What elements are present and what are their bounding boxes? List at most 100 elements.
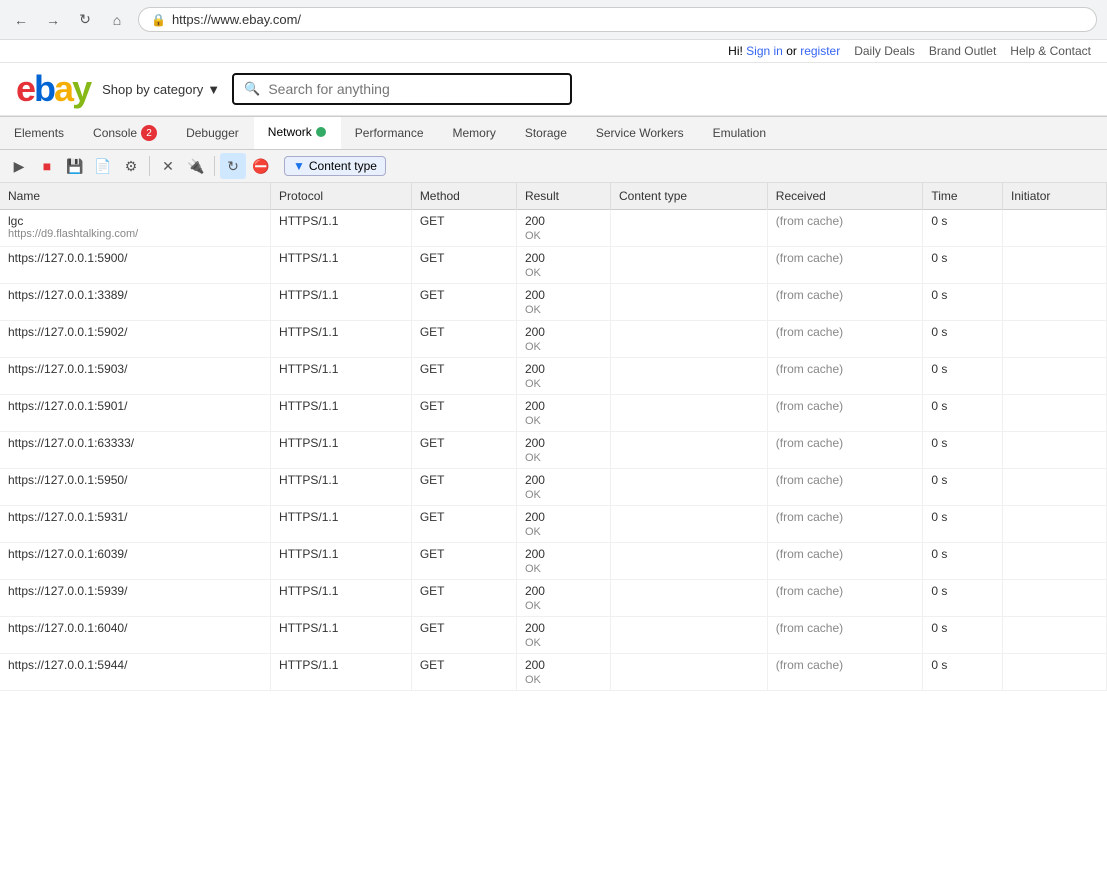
import-button[interactable]: 📄 [90,153,116,179]
cell-protocol: HTTPS/1.1 [271,543,412,580]
daily-deals-link[interactable]: Daily Deals [854,44,915,58]
tab-network[interactable]: Network [254,117,341,149]
tab-performance[interactable]: Performance [341,117,439,149]
table-row[interactable]: https://127.0.0.1:5902/ HTTPS/1.1 GET 20… [0,321,1107,358]
devtools-tabs: Elements Console 2 Debugger Network Perf… [0,117,1107,150]
cell-content-type [611,284,768,321]
cell-content-type [611,543,768,580]
col-name[interactable]: Name [0,183,271,210]
col-result[interactable]: Result [516,183,610,210]
chevron-down-icon: ▼ [207,82,220,97]
brand-outlet-link[interactable]: Brand Outlet [929,44,996,58]
table-row[interactable]: https://127.0.0.1:5944/ HTTPS/1.1 GET 20… [0,654,1107,691]
filter-icon: ▼ [293,159,305,173]
signin-link[interactable]: Sign in [746,44,783,58]
table-row[interactable]: https://127.0.0.1:5901/ HTTPS/1.1 GET 20… [0,395,1107,432]
stop-button[interactable]: ■ [34,153,60,179]
cell-method: GET [411,654,516,691]
cell-time: 0 s [923,432,1003,469]
cell-protocol: HTTPS/1.1 [271,358,412,395]
tab-console-label: Console [93,126,137,140]
col-received[interactable]: Received [767,183,923,210]
tab-storage-label: Storage [525,126,567,140]
cell-protocol: HTTPS/1.1 [271,432,412,469]
greeting-text: Hi! Sign in or register [728,44,840,58]
cell-content-type [611,247,768,284]
shop-by-category[interactable]: Shop by category ▼ [102,82,220,97]
tab-storage[interactable]: Storage [511,117,582,149]
cell-name: https://127.0.0.1:5939/ [0,580,271,617]
table-row[interactable]: https://127.0.0.1:6040/ HTTPS/1.1 GET 20… [0,617,1107,654]
cell-time: 0 s [923,469,1003,506]
filter-button[interactable]: 🔌 [183,153,209,179]
address-bar[interactable]: 🔒 https://www.ebay.com/ [138,7,1097,32]
tab-memory[interactable]: Memory [439,117,511,149]
save-button[interactable]: 💾 [62,153,88,179]
back-button[interactable]: ← [10,9,32,31]
search-icon: 🔍 [244,81,260,97]
table-row[interactable]: https://127.0.0.1:3389/ HTTPS/1.1 GET 20… [0,284,1107,321]
cell-received: (from cache) [767,432,923,469]
tab-service-workers[interactable]: Service Workers [582,117,699,149]
col-time[interactable]: Time [923,183,1003,210]
forward-button[interactable]: → [42,9,64,31]
cell-received: (from cache) [767,469,923,506]
table-row[interactable]: https://127.0.0.1:6039/ HTTPS/1.1 GET 20… [0,543,1107,580]
search-bar[interactable]: 🔍 [232,73,572,105]
block-button[interactable]: ⛔ [248,153,274,179]
clear-button[interactable]: ✕ [155,153,181,179]
record-button[interactable]: ▶ [6,153,32,179]
tab-debugger[interactable]: Debugger [172,117,254,149]
settings-button[interactable]: ⚙ [118,153,144,179]
persist-button[interactable]: ↻ [220,153,246,179]
cell-initiator [1003,654,1107,691]
cell-content-type [611,210,768,247]
cell-initiator [1003,321,1107,358]
cell-received: (from cache) [767,284,923,321]
cell-name: https://127.0.0.1:6040/ [0,617,271,654]
col-content-type[interactable]: Content type [611,183,768,210]
cell-protocol: HTTPS/1.1 [271,284,412,321]
cell-time: 0 s [923,284,1003,321]
table-row[interactable]: https://127.0.0.1:63333/ HTTPS/1.1 GET 2… [0,432,1107,469]
cell-protocol: HTTPS/1.1 [271,654,412,691]
col-initiator[interactable]: Initiator [1003,183,1107,210]
cell-protocol: HTTPS/1.1 [271,580,412,617]
cell-method: GET [411,321,516,358]
tab-service-workers-label: Service Workers [596,126,684,140]
toolbar-divider-2 [214,156,215,176]
lock-icon: 🔒 [151,13,166,27]
table-row[interactable]: https://127.0.0.1:5900/ HTTPS/1.1 GET 20… [0,247,1107,284]
cell-method: GET [411,543,516,580]
cell-result: 200OK [516,617,610,654]
url-text: https://www.ebay.com/ [172,12,301,27]
tab-emulation[interactable]: Emulation [699,117,781,149]
col-method[interactable]: Method [411,183,516,210]
search-input[interactable] [268,81,560,97]
col-protocol[interactable]: Protocol [271,183,412,210]
tab-performance-label: Performance [355,126,424,140]
help-contact-link[interactable]: Help & Contact [1010,44,1091,58]
cell-initiator [1003,506,1107,543]
cell-initiator [1003,580,1107,617]
cell-content-type [611,580,768,617]
table-row[interactable]: https://127.0.0.1:5931/ HTTPS/1.1 GET 20… [0,506,1107,543]
content-type-filter[interactable]: ▼ Content type [284,156,386,176]
cell-method: GET [411,580,516,617]
cell-name: https://127.0.0.1:5944/ [0,654,271,691]
tab-elements[interactable]: Elements [0,117,79,149]
table-row[interactable]: https://127.0.0.1:5950/ HTTPS/1.1 GET 20… [0,469,1107,506]
home-button[interactable]: ⌂ [106,9,128,31]
cell-result: 200OK [516,321,610,358]
table-row[interactable]: lgc https://d9.flashtalking.com/ HTTPS/1… [0,210,1107,247]
record-dot-icon [316,127,326,137]
register-link[interactable]: register [800,44,840,58]
tab-console[interactable]: Console 2 [79,117,172,149]
cell-protocol: HTTPS/1.1 [271,469,412,506]
table-row[interactable]: https://127.0.0.1:5903/ HTTPS/1.1 GET 20… [0,358,1107,395]
main-bar: ebay Shop by category ▼ 🔍 [0,63,1107,115]
refresh-button[interactable]: ↻ [74,9,96,31]
cell-content-type [611,617,768,654]
table-row[interactable]: https://127.0.0.1:5939/ HTTPS/1.1 GET 20… [0,580,1107,617]
cell-time: 0 s [923,543,1003,580]
